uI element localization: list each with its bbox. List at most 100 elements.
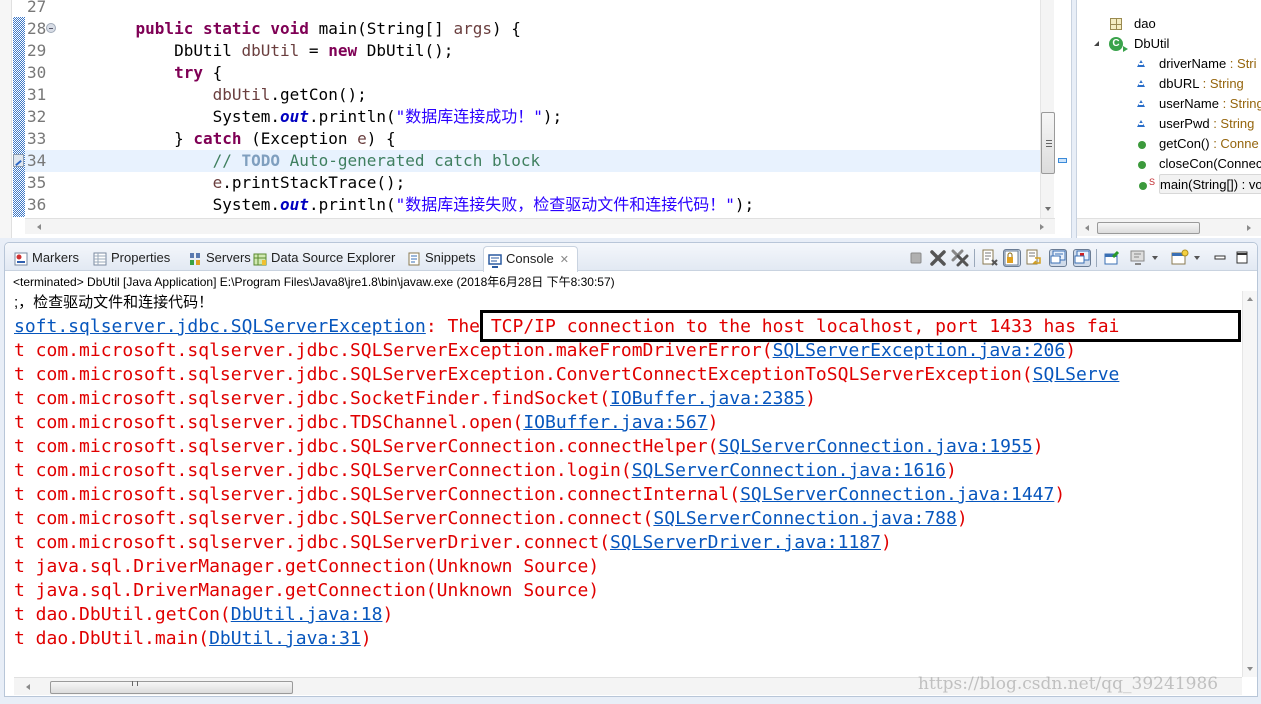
field-icon [1137,80,1145,87]
editor-horizontal-scrollbar[interactable] [25,218,1055,234]
output-line: ;，检查驱动文件和连接代码！ [14,294,214,311]
scroll-left-arrow-icon[interactable] [37,224,41,230]
outline-member-field[interactable]: userName : String [1137,94,1261,114]
collapse-fold-icon[interactable] [46,23,56,33]
stack-trace-line: t com.microsoft.sqlserver.jdbc.SQLServer… [14,531,1239,555]
clear-console-button[interactable] [981,249,999,267]
close-tab-icon[interactable]: ✕ [560,248,569,272]
code-token: DbUtil(); [357,41,454,60]
code-line[interactable]: 34 // TODO Auto-generated catch block [13,150,1040,172]
source-file-link[interactable]: SQLServerException.java:206 [773,340,1066,361]
remove-launch-button[interactable] [929,249,947,267]
outline-member-method[interactable]: closeCon(Connec [1138,154,1261,174]
scroll-right-arrow-icon[interactable] [1247,225,1251,231]
scroll-lock-button[interactable] [1003,249,1021,267]
console-vertical-scrollbar[interactable] [1242,291,1257,677]
stack-frame-method: t com.microsoft.sqlserver.jdbc.SQLServer… [14,460,632,481]
minimize-button[interactable] [1211,249,1229,267]
outline-package-dao[interactable]: dao [1110,14,1156,34]
code-line[interactable]: 31 dbUtil.getCon(); [25,84,1040,106]
java-editor[interactable]: 27 28 public static void main(String[] ar… [0,0,1072,238]
console-horizontal-scrollbar[interactable] [14,677,1242,695]
tab-console[interactable]: Console ✕ [483,246,578,272]
source-file-link[interactable]: DbUtil.java:18 [231,604,383,625]
source-file-link[interactable]: SQLServerConnection.java:788 [653,508,956,529]
source-file-link[interactable]: SQLServerConnection.java:1616 [632,460,946,481]
display-selected-console-button[interactable] [1129,249,1147,267]
show-console-on-stderr-button[interactable] [1073,249,1091,267]
source-file-link[interactable]: SQLServe [1033,364,1120,385]
code-token: // [97,151,242,170]
source-file-link[interactable]: SQLServerConnection.java:1955 [718,436,1032,457]
outline-member-method[interactable]: Smain(String[]) : vo [1139,174,1261,194]
expand-arrow-icon[interactable] [1094,41,1099,46]
code-line[interactable]: 35 e.printStackTrace(); [25,172,1040,194]
stack-trace-line: t java.sql.DriverManager.getConnection(U… [14,579,1239,603]
outline-horizontal-scrollbar[interactable] [1077,218,1261,236]
code-line[interactable]: 36 System.out.println("数据库连接失败，检查驱动文件和连接… [25,194,1040,216]
scroll-down-arrow-icon[interactable] [1247,667,1253,671]
scroll-up-arrow-icon[interactable] [1247,297,1253,301]
outline-scroll-thumb[interactable] [1097,222,1200,234]
maximize-button[interactable] [1233,249,1251,267]
outline-member-field[interactable]: driverName : Stri [1137,54,1257,74]
tab-data-source-explorer[interactable]: Data Source Explorer [253,247,395,269]
code-line[interactable]: 33 } catch (Exception e) { [25,128,1040,150]
terminate-button[interactable] [907,249,925,267]
word-wrap-button[interactable] [1025,249,1043,267]
word-wrap-icon [1026,249,1041,265]
editor-vertical-scrollbar[interactable] [1040,0,1055,218]
stack-trace-line: t com.microsoft.sqlserver.jdbc.TDSChanne… [14,411,1239,435]
tab-servers[interactable]: Servers [188,247,251,269]
code-line[interactable]: 32 System.out.println("数据库连接成功！"); [25,106,1040,128]
source-file-link[interactable]: SQLServerDriver.java:1187 [610,532,881,553]
error-message: : The TCP/IP connection to the host loca… [425,316,1120,337]
code-token: void [270,19,309,38]
source-file-link[interactable]: IOBuffer.java:567 [523,412,707,433]
console-scroll-thumb[interactable] [50,681,293,694]
code-text: // TODO Auto-generated catch block [97,150,541,172]
code-text: } catch (Exception e) { [97,128,396,150]
tab-snippets[interactable]: Snippets [407,247,476,269]
remove-all-terminated-button[interactable] [951,249,969,267]
code-token: DbUtil [97,41,242,60]
task-marker-icon[interactable] [13,154,24,167]
pin-console-icon [1104,250,1120,265]
code-line[interactable]: 29 DbUtil dbUtil = new DbUtil(); [25,40,1040,62]
exception-class-link[interactable]: soft.sqlserver.jdbc.SQLServerException [14,316,426,337]
code-line[interactable]: 27 [25,0,1040,18]
open-console-dropdown-icon[interactable] [1194,256,1200,260]
code-token: "数据库连接成功！" [395,107,543,126]
tab-markers[interactable]: Markers [14,247,79,269]
code-token: System. [97,195,281,214]
source-file-link[interactable]: DbUtil.java:31 [209,628,361,649]
scroll-left-arrow-icon[interactable] [26,684,30,690]
tab-properties[interactable]: Properties [93,247,170,269]
editor-scroll-thumb[interactable] [1041,112,1055,174]
scroll-left-arrow-icon[interactable] [1085,225,1089,231]
pin-console-button[interactable] [1103,249,1121,267]
outline-member-method[interactable]: getCon() : Conne [1138,134,1259,154]
code-text: e.printStackTrace(); [97,172,406,194]
stack-frame-method: t java.sql.DriverManager.getConnection(U… [14,556,600,577]
console-output[interactable]: ;，检查驱动文件和连接代码！ soft.sqlserver.jdbc.SQLSer… [14,291,1239,675]
outline-class-dbutil[interactable]: C DbUtil [1094,34,1169,54]
overview-ruler-mark[interactable] [1058,158,1067,163]
console-view: Markers Properties Servers Data Source Expl… [4,242,1258,697]
show-console-on-stdout-button[interactable] [1049,249,1067,267]
outline-view[interactable]: dao C DbUtil driverName : Stri dbURL : St… [1076,0,1261,238]
scroll-down-arrow-icon[interactable] [1045,207,1051,211]
code-token: "数据库连接失败，检查驱动文件和连接代码！" [395,195,735,214]
line-number: 30 [27,63,47,82]
code-lines[interactable]: 27 28 public static void main(String[] ar… [13,0,1040,218]
outline-member-field[interactable]: userPwd : String [1137,114,1254,134]
scroll-right-arrow-icon[interactable] [1040,224,1044,230]
code-line[interactable]: 28 public static void main(String[] args… [25,18,1040,40]
open-console-button[interactable] [1171,249,1189,267]
code-line[interactable]: 30 try { [25,62,1040,84]
source-file-link[interactable]: IOBuffer.java:2385 [610,388,805,409]
outline-member-field[interactable]: dbURL : String [1137,74,1244,94]
display-console-dropdown-icon[interactable] [1152,256,1158,260]
source-file-link[interactable]: SQLServerConnection.java:1447 [740,484,1054,505]
